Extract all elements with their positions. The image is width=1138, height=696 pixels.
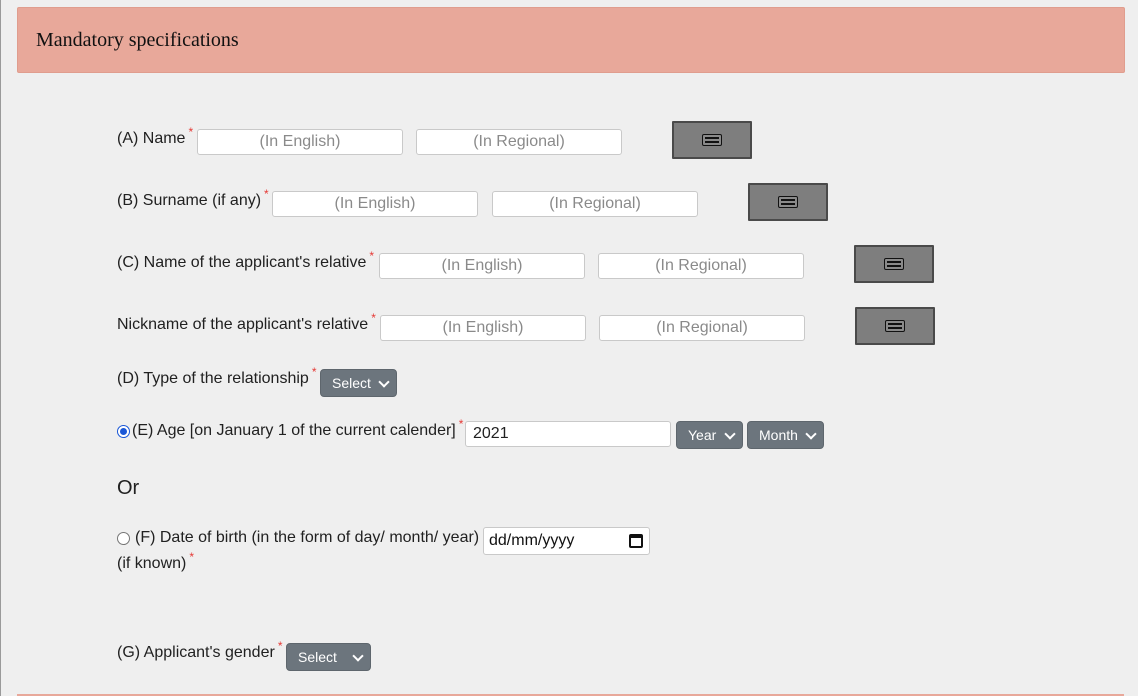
relative-name-regional-input[interactable] <box>598 253 804 279</box>
surname-label: (B) Surname (if any) <box>117 192 262 209</box>
required-mark: * <box>189 550 195 564</box>
keyboard-icon <box>702 134 722 146</box>
calendar-icon[interactable] <box>629 534 643 548</box>
relative-name-label: (C) Name of the applicant's relative <box>117 254 367 271</box>
section-title: Mandatory specifications <box>36 28 239 51</box>
relationship-select-value: Select <box>332 375 371 391</box>
age-radio[interactable] <box>117 424 130 438</box>
surname-english-input[interactable] <box>272 191 478 217</box>
relative-nickname-keyboard-button[interactable] <box>855 307 935 345</box>
age-input[interactable]: 2021 <box>465 421 671 447</box>
age-year-select-value: Year <box>688 427 717 443</box>
dob-label: (F) Date of birth (in the form of day/ m… <box>135 529 480 546</box>
keyboard-icon <box>885 320 905 332</box>
keyboard-icon <box>778 196 798 208</box>
relative-name-label-row: (C) Name of the applicant's relative * <box>117 249 374 272</box>
age-label-row: (E) Age [on January 1 of the current cal… <box>117 417 463 440</box>
age-input-value: 2021 <box>473 425 509 442</box>
chevron-down-icon <box>378 376 390 388</box>
chevron-down-icon <box>724 428 736 440</box>
dob-radio[interactable] <box>117 531 130 545</box>
required-mark: * <box>371 311 376 325</box>
section-header: Mandatory specifications <box>17 7 1125 73</box>
gender-label-row: (G) Applicant's gender * <box>117 639 282 662</box>
required-mark: * <box>188 125 194 139</box>
gender-select-value: Select <box>298 649 337 665</box>
or-separator: Or <box>117 477 140 499</box>
relative-name-keyboard-button[interactable] <box>854 245 934 283</box>
relationship-label-row: (D) Type of the relationship * <box>117 365 316 388</box>
name-regional-input[interactable] <box>416 129 622 155</box>
chevron-down-icon <box>805 428 817 440</box>
required-mark: * <box>311 365 317 379</box>
chevron-down-icon <box>352 650 364 662</box>
name-label: (A) Name <box>117 130 186 147</box>
relationship-select[interactable]: Select <box>320 369 397 397</box>
surname-label-row: (B) Surname (if any) * <box>117 187 269 210</box>
age-month-select-value: Month <box>759 427 798 443</box>
relative-nickname-regional-input[interactable] <box>599 315 805 341</box>
relative-nickname-label-row: Nickname of the applicant's relative * <box>117 311 376 334</box>
required-mark: * <box>369 249 375 263</box>
dob-sublabel-row: (if known) * <box>117 550 194 573</box>
dob-label-row: (F) Date of birth (in the form of day/ m… <box>117 529 479 547</box>
name-english-input[interactable] <box>197 129 403 155</box>
dob-date-input[interactable]: dd/mm/yyyy <box>483 527 650 555</box>
name-label-row: (A) Name * <box>117 125 193 148</box>
name-keyboard-button[interactable] <box>672 121 752 159</box>
required-mark: * <box>458 417 464 431</box>
required-mark: * <box>264 187 269 201</box>
relationship-label: (D) Type of the relationship <box>117 370 309 387</box>
relative-name-english-input[interactable] <box>379 253 585 279</box>
keyboard-icon <box>884 258 904 270</box>
age-month-select[interactable]: Month <box>747 421 824 449</box>
age-label: (E) Age [on January 1 of the current cal… <box>132 422 456 439</box>
required-mark: * <box>277 639 283 653</box>
age-year-select[interactable]: Year <box>676 421 743 449</box>
dob-sublabel: (if known) <box>117 555 187 572</box>
surname-keyboard-button[interactable] <box>748 183 828 221</box>
surname-regional-input[interactable] <box>492 191 698 217</box>
relative-nickname-label: Nickname of the applicant's relative <box>117 316 369 333</box>
relative-nickname-english-input[interactable] <box>380 315 586 341</box>
dob-date-placeholder: dd/mm/yyyy <box>489 532 575 549</box>
gender-label: (G) Applicant's gender <box>117 644 275 661</box>
gender-select[interactable]: Select <box>286 643 371 671</box>
